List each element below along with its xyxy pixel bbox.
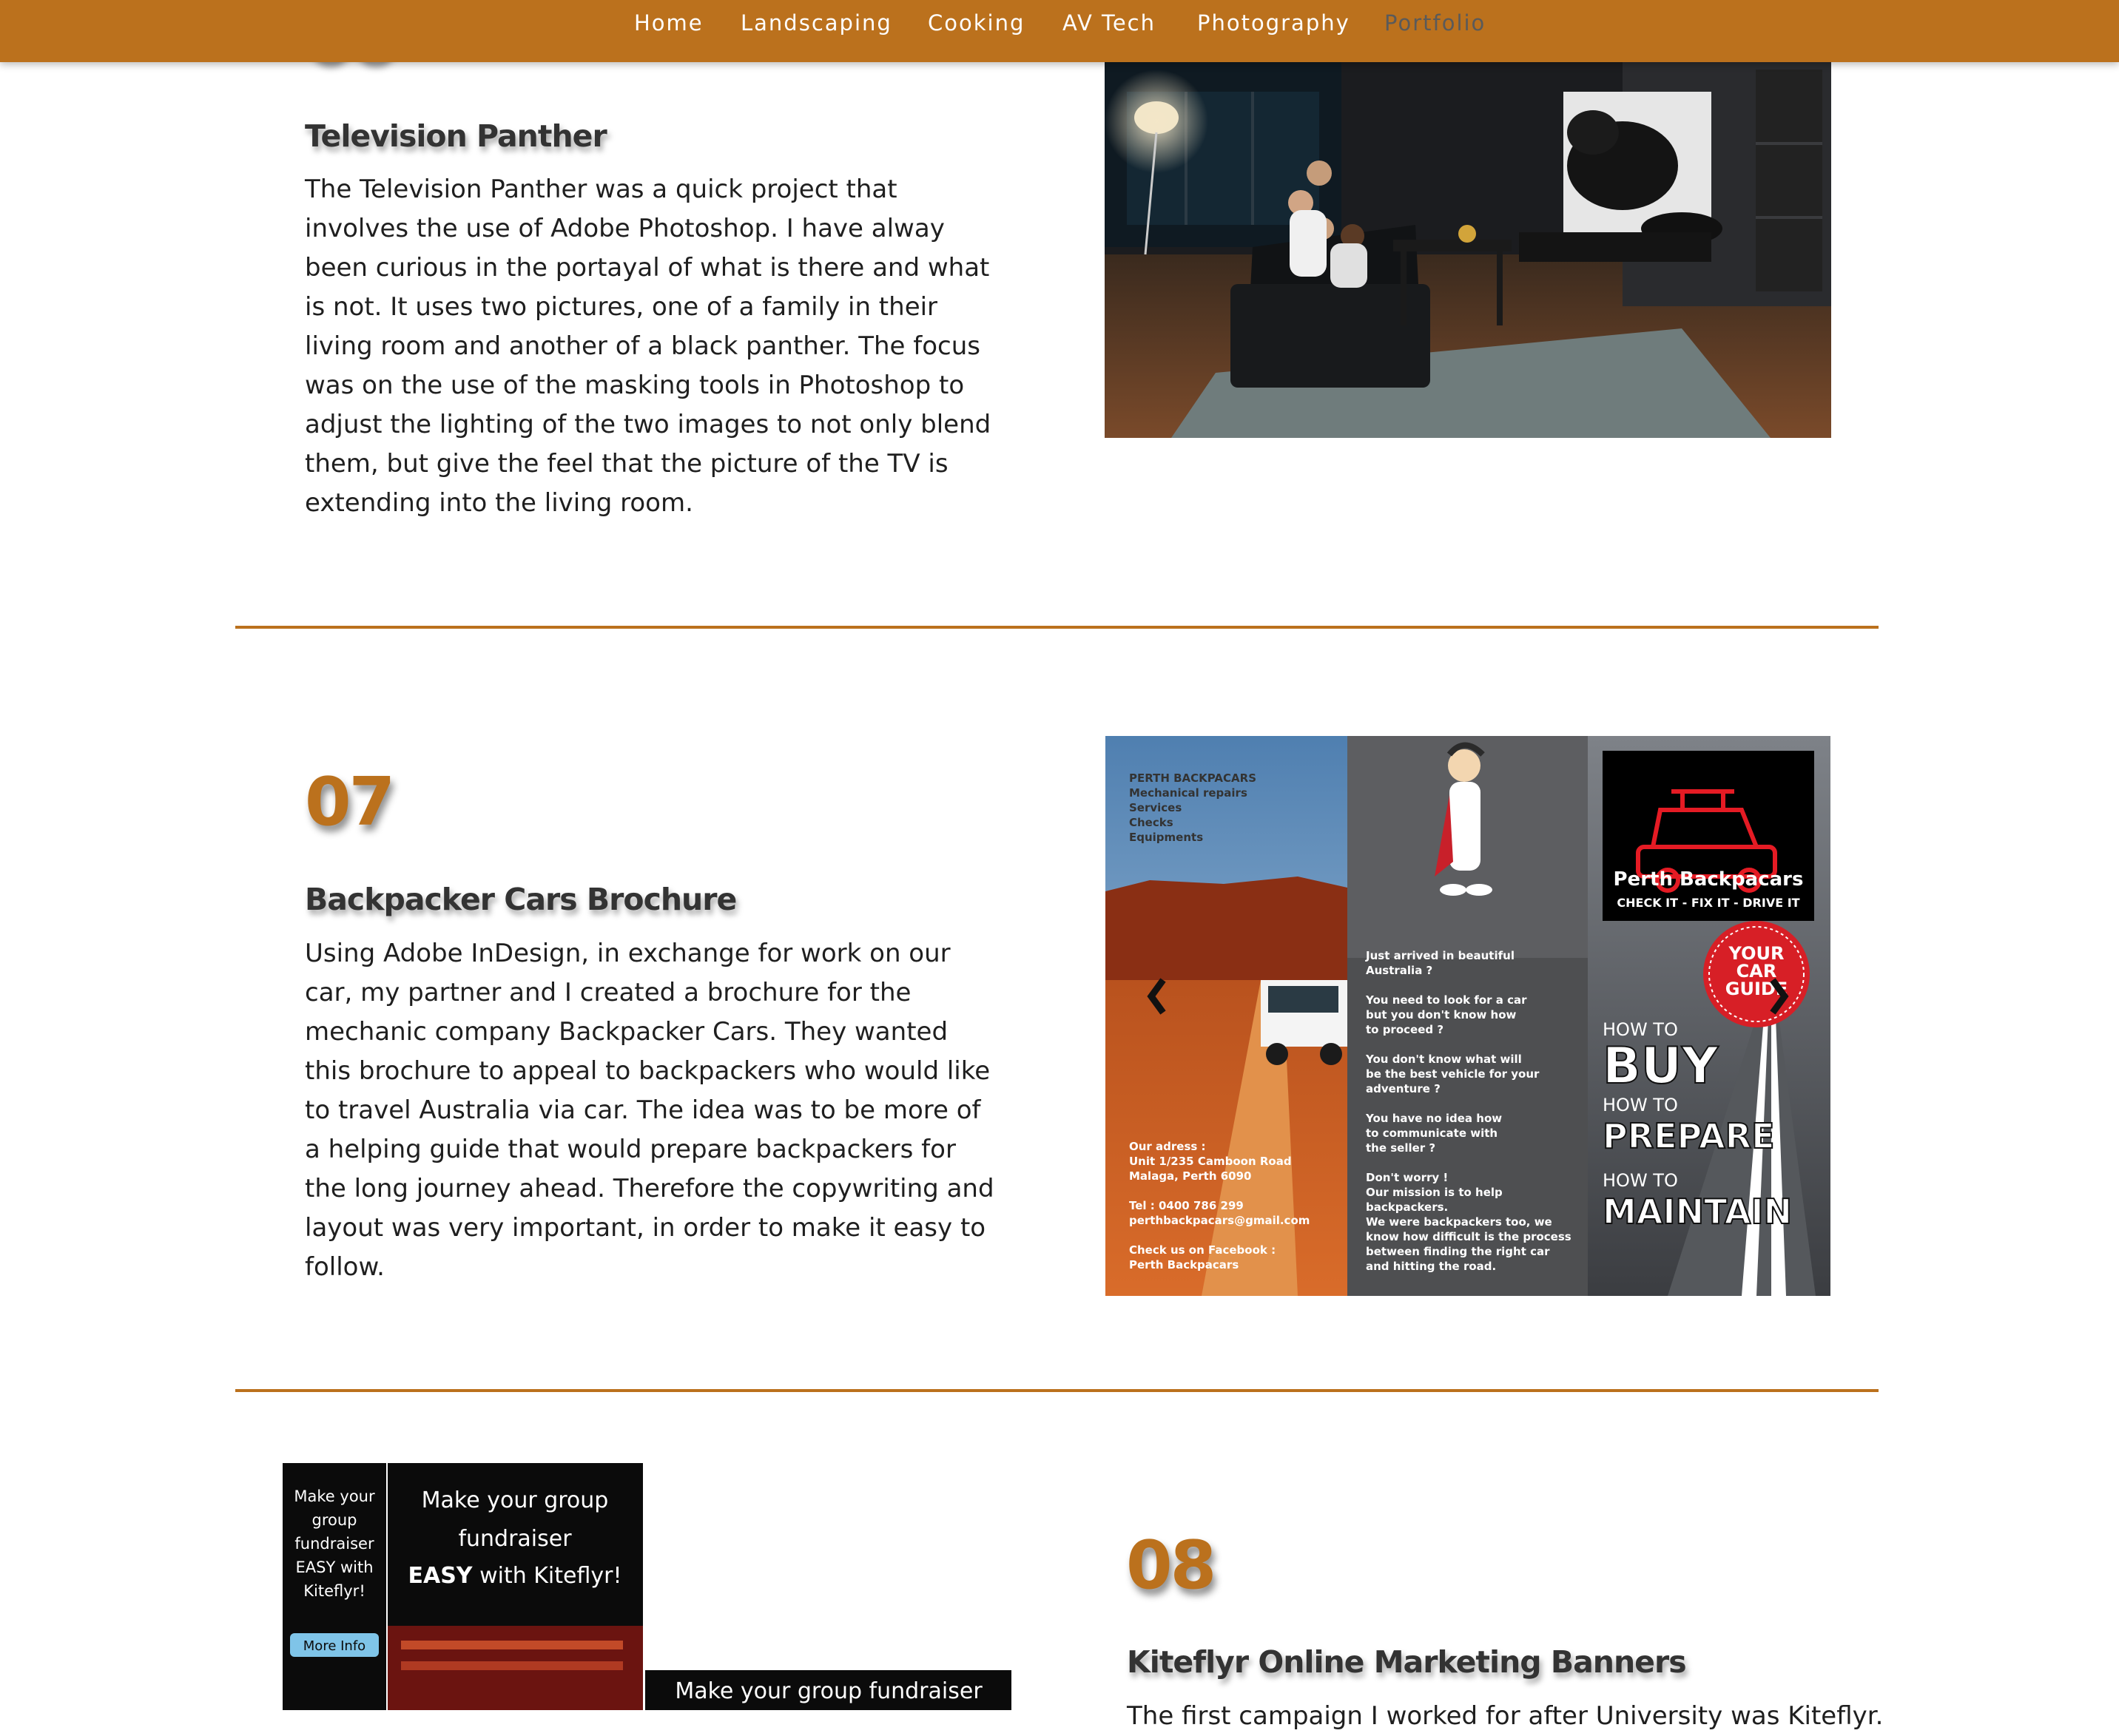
brochure-text-line: Mechanical repairs bbox=[1129, 786, 1247, 800]
project-title: Backpacker Cars Brochure bbox=[305, 882, 737, 917]
kiteflyr-banners-image: Make your group fundraiser EASY with Kitefly… bbox=[283, 1463, 1011, 1710]
banner-line: fundraiser bbox=[458, 1526, 572, 1552]
brochure-text-line: You have no idea how bbox=[1365, 1112, 1502, 1125]
brochure-text-line: We were backpackers too, we bbox=[1366, 1215, 1552, 1229]
nav-landscaping[interactable]: Landscaping bbox=[741, 10, 892, 36]
nav-home[interactable]: Home bbox=[634, 10, 704, 36]
nav-cooking[interactable]: Cooking bbox=[928, 10, 1025, 36]
brochure-text-line: adventure ? bbox=[1366, 1082, 1441, 1095]
project-description: Using Adobe InDesign, in exchange for wo… bbox=[305, 939, 994, 1282]
brochure-text-line: Perth Backpacars bbox=[1129, 1258, 1239, 1271]
top-nav: Home Landscaping Cooking AV Tech Photogr… bbox=[0, 0, 2119, 62]
more-info-button[interactable]: More Info bbox=[303, 1638, 365, 1654]
brochure-text-line: Equipments bbox=[1129, 831, 1203, 844]
banner-line: group bbox=[312, 1511, 357, 1529]
brochure-text-line: Check us on Facebook : bbox=[1129, 1243, 1276, 1257]
banner-line: EASY with bbox=[295, 1558, 373, 1576]
brochure-brand: Perth Backpacars bbox=[1614, 868, 1804, 891]
nav-portfolio[interactable]: Portfolio bbox=[1384, 10, 1486, 36]
guide-small-label: HOW TO bbox=[1603, 1095, 1678, 1115]
brochure-text-line: and hitting the road. bbox=[1366, 1260, 1496, 1273]
brochure-text-line: the seller ? bbox=[1366, 1141, 1435, 1155]
nav-photography[interactable]: Photography bbox=[1197, 10, 1350, 36]
brochure-text-line: You don't know what will bbox=[1365, 1053, 1522, 1066]
guide-heading: BUY bbox=[1603, 1037, 1719, 1095]
project-description: The Television Panther was a quick proje… bbox=[305, 175, 991, 518]
guide-heading: MAINTAIN bbox=[1603, 1192, 1792, 1232]
brochure-text-line: Malaga, Perth 6090 bbox=[1129, 1169, 1251, 1183]
brochure-text-line: know how difficult is the process bbox=[1366, 1230, 1571, 1243]
brochure-text-line: Services bbox=[1129, 801, 1182, 814]
brochure-text-line: to communicate with bbox=[1366, 1127, 1498, 1140]
brochure-text-line: Tel : 0400 786 299 bbox=[1129, 1199, 1244, 1212]
guide-heading: PREPARE bbox=[1603, 1116, 1775, 1156]
banner-line: Make your group bbox=[422, 1487, 609, 1513]
brochure-text-line: Our mission is to help bbox=[1366, 1186, 1503, 1199]
project-number: 08 bbox=[1126, 1527, 1216, 1604]
banner-wide-text: Make your group fundraiser bbox=[675, 1678, 983, 1704]
brochure-text-line: but you don't know how bbox=[1366, 1008, 1517, 1021]
banner-line: Kiteflyr! bbox=[303, 1582, 365, 1600]
brochure-text-line: Australia ? bbox=[1366, 964, 1432, 977]
brochure-text-line: Just arrived in beautiful bbox=[1365, 949, 1515, 962]
brochure-text-line: PERTH BACKPACARS bbox=[1129, 771, 1256, 785]
brochure-text-line: perthbackpacars@gmail.com bbox=[1129, 1214, 1310, 1227]
brochure-text-line: be the best vehicle for your bbox=[1366, 1067, 1540, 1081]
brochure-text-line: Our adress : bbox=[1129, 1140, 1206, 1153]
banner-emphasis: EASY bbox=[408, 1563, 473, 1589]
guide-small-label: HOW TO bbox=[1603, 1170, 1678, 1191]
brochure-text-line: backpackers. bbox=[1366, 1200, 1448, 1214]
section-divider bbox=[235, 626, 1879, 629]
banner-line: Make your bbox=[294, 1487, 375, 1505]
banner-line: fundraiser bbox=[294, 1535, 374, 1553]
project-description: The first campaign I worked for after Un… bbox=[1127, 1701, 1884, 1731]
svg-text:EASY with Kiteflyr!: EASY with Kiteflyr! bbox=[408, 1563, 621, 1589]
project-title: Television Panther bbox=[305, 118, 607, 154]
project-title: Kiteflyr Online Marketing Banners bbox=[1127, 1644, 1687, 1680]
brochure-text-line: Checks bbox=[1129, 816, 1173, 829]
brochure-text-line: to proceed ? bbox=[1366, 1023, 1443, 1036]
project-number: 07 bbox=[305, 763, 395, 841]
brochure-text-line: Unit 1/235 Camboon Road bbox=[1129, 1155, 1292, 1168]
brochure-text-line: You need to look for a car bbox=[1365, 993, 1527, 1007]
brochure-text-line: between finding the right car bbox=[1366, 1245, 1550, 1258]
banner-line: with Kiteflyr! bbox=[473, 1563, 622, 1589]
section-divider bbox=[235, 1389, 1879, 1392]
nav-av-tech[interactable]: AV Tech bbox=[1062, 10, 1156, 36]
brochure-text-line: Don't worry ! bbox=[1366, 1171, 1448, 1184]
brochure-tagline: CHECK IT - FIX IT - DRIVE IT bbox=[1617, 896, 1799, 910]
brochure-carousel[interactable]: PERTH BACKPACARS Mechanical repairs Servic… bbox=[1105, 736, 1830, 1296]
television-panther-image bbox=[1105, 62, 1831, 438]
